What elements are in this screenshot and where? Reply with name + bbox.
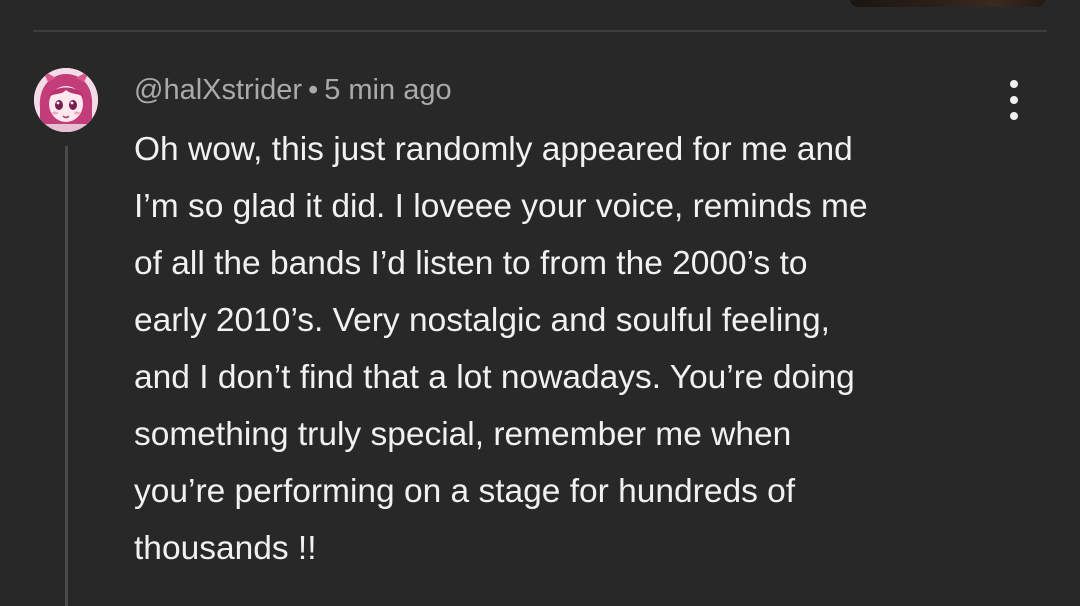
author-name[interactable]: @halXstrider xyxy=(134,74,302,106)
comment-text: Oh wow, this just randomly appeared for … xyxy=(134,131,868,567)
video-thumbnail-edge[interactable] xyxy=(850,0,1045,7)
comment-meta: @halXstrider • 5 min ago xyxy=(134,72,452,108)
avatar-image xyxy=(34,68,98,132)
section-divider xyxy=(33,30,1047,32)
avatar[interactable] xyxy=(34,68,98,132)
timestamp[interactable]: 5 min ago xyxy=(324,74,451,106)
thread-line xyxy=(65,146,68,606)
more-vertical-icon xyxy=(1010,80,1018,120)
more-options-button[interactable] xyxy=(998,78,1030,122)
meta-separator: • xyxy=(308,74,319,106)
